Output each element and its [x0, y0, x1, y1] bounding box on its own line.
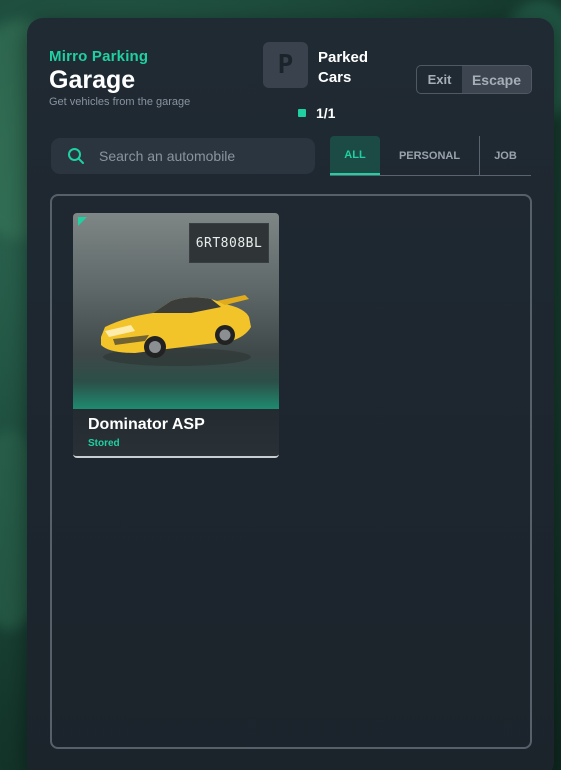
page-title: Garage — [49, 66, 136, 94]
vehicle-status: Stored — [88, 438, 120, 449]
status-dot-icon — [298, 109, 306, 117]
parked-count-value: 1/1 — [316, 105, 336, 121]
exit-button[interactable]: Exit — [417, 66, 462, 93]
car-icon — [101, 295, 251, 366]
search-bar — [51, 138, 315, 174]
garage-panel: Mirro Parking Garage Get vehicles from t… — [27, 18, 554, 770]
license-plate: 6RT808BL — [189, 223, 269, 263]
vehicle-name: Dominator ASP — [88, 416, 205, 433]
vehicle-card[interactable]: 6RT808BL Dominator ASP Stored — [73, 213, 279, 458]
tab-all[interactable]: ALL — [330, 136, 380, 175]
vehicle-list: 6RT808BL Dominator ASP Stored — [50, 194, 532, 749]
garage-subtitle: Mirro Parking — [49, 48, 149, 65]
tab-personal[interactable]: PERSONAL — [380, 136, 480, 175]
search-input[interactable] — [99, 148, 299, 164]
header: Mirro Parking Garage Get vehicles from t… — [49, 48, 190, 108]
vehicle-info: Dominator ASP Stored — [73, 409, 279, 456]
filter-tabs: ALL PERSONAL JOB — [330, 136, 531, 176]
parked-cars-indicator: P Parked Cars 1/1 — [263, 42, 368, 121]
escape-button[interactable]: Escape — [462, 66, 531, 93]
parked-count: 1/1 — [298, 105, 335, 121]
tab-job[interactable]: JOB — [480, 136, 531, 175]
parking-icon: P — [263, 42, 308, 88]
corner-marker-icon — [78, 217, 87, 226]
vehicle-image: 6RT808BL — [73, 213, 279, 409]
search-icon — [68, 148, 84, 164]
page-description: Get vehicles from the garage — [49, 96, 191, 108]
parked-cars-label: Parked Cars — [318, 49, 369, 86]
exit-group: Exit Escape — [416, 65, 532, 94]
